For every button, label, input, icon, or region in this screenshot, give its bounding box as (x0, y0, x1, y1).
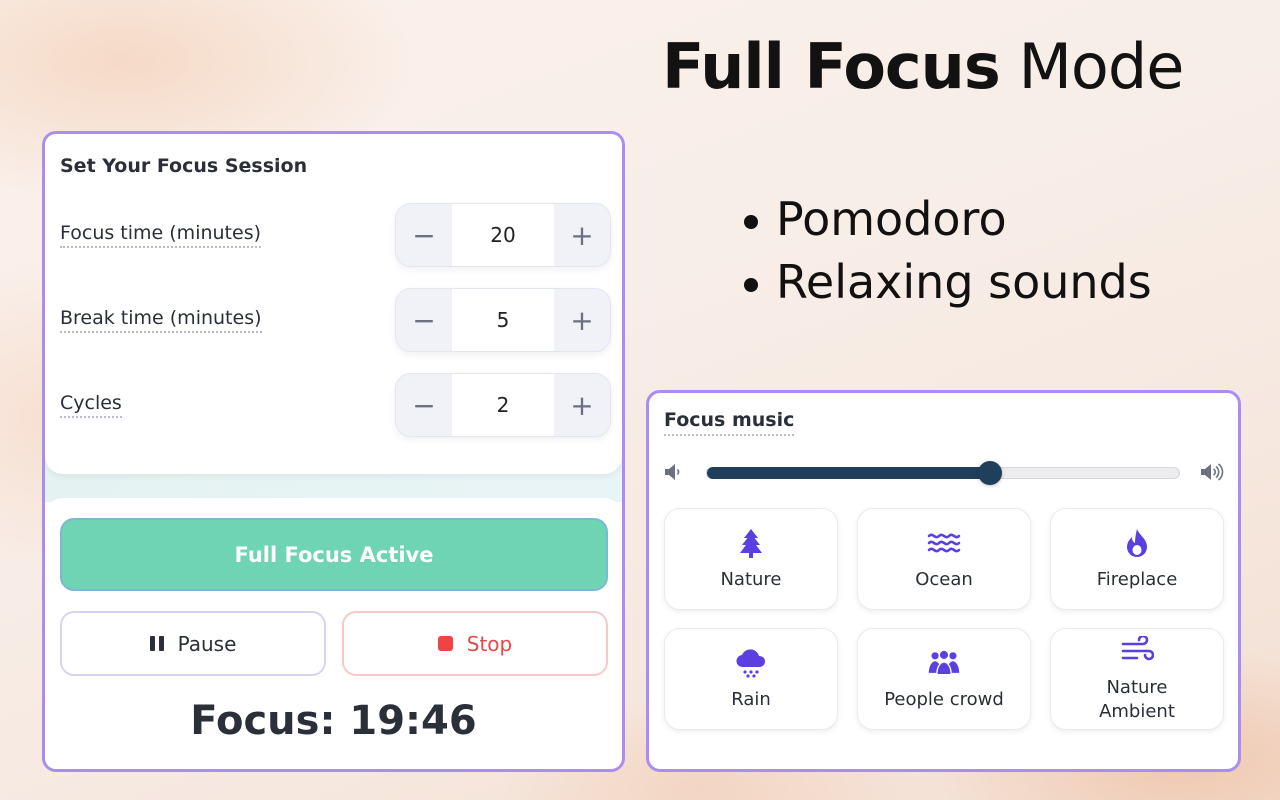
pause-button[interactable]: Pause (60, 611, 326, 676)
volume-slider[interactable] (706, 461, 1180, 485)
break-time-value[interactable]: 5 (452, 289, 554, 351)
volume-slider-thumb[interactable] (978, 461, 1003, 485)
break-time-label: Break time (minutes) (60, 307, 262, 333)
break-time-stepper: − 5 + (395, 288, 611, 352)
sound-card-ocean[interactable]: Ocean (857, 508, 1031, 610)
volume-low-icon[interactable] (663, 461, 683, 487)
break-time-increment-button[interactable]: + (554, 289, 610, 351)
people-icon (927, 646, 961, 680)
waves-icon (927, 526, 961, 560)
cycles-decrement-button[interactable]: − (396, 374, 452, 436)
volume-high-icon[interactable] (1199, 461, 1227, 487)
break-time-decrement-button[interactable]: − (396, 289, 452, 351)
focus-time-increment-button[interactable]: + (554, 204, 610, 266)
cycles-stepper: − 2 + (395, 373, 611, 437)
stop-button-label: Stop (466, 631, 513, 656)
stop-button[interactable]: Stop (342, 611, 608, 676)
fire-icon (1120, 526, 1154, 560)
break-time-row: Break time (minutes) − 5 + (60, 288, 611, 352)
full-focus-active-button[interactable]: Full Focus Active (60, 518, 608, 591)
volume-slider-fill (707, 467, 991, 479)
sound-card-label: Rain (731, 689, 771, 710)
focus-music-title: Focus music (664, 409, 795, 436)
focus-time-label: Focus time (minutes) (60, 222, 262, 248)
focus-time-decrement-button[interactable]: − (396, 204, 452, 266)
sound-card-label: Nature (720, 569, 782, 590)
hero-title-bold: Full Focus (662, 30, 1001, 103)
wind-icon (1120, 634, 1154, 668)
cycles-row: Cycles − 2 + (60, 373, 611, 437)
pause-button-label: Pause (177, 631, 237, 656)
sound-card-label: Nature Ambient (1099, 677, 1175, 722)
focus-time-row: Focus time (minutes) − 20 + (60, 203, 611, 267)
sound-card-label: Fireplace (1096, 569, 1178, 590)
focus-time-stepper: − 20 + (395, 203, 611, 267)
pause-icon (149, 636, 164, 651)
sound-card-people-crowd[interactable]: People crowd (857, 628, 1031, 730)
feature-item-label: Pomodoro (776, 192, 1007, 246)
session-settings: Set Your Focus Session Focus time (minut… (45, 134, 622, 474)
bullet-icon (744, 277, 758, 292)
sound-card-rain[interactable]: Rain (664, 628, 838, 730)
focus-timer: Focus: 19:46 (190, 698, 477, 744)
hero-title: Full Focus Mode (662, 30, 1184, 103)
hero-title-light: Mode (999, 30, 1184, 103)
tree-icon (734, 526, 768, 560)
cycles-label: Cycles (60, 392, 122, 418)
rain-cloud-icon (734, 646, 768, 680)
feature-item: Relaxing sounds (744, 251, 1152, 314)
session-title: Set Your Focus Session (60, 155, 308, 177)
focus-time-value[interactable]: 20 (452, 204, 554, 266)
focus-music-panel: Focus music Nature Ocean Fireplace Rain … (646, 390, 1241, 772)
feature-item-label: Relaxing sounds (776, 255, 1152, 309)
sound-card-label: People crowd (884, 689, 1004, 710)
cycles-value[interactable]: 2 (452, 374, 554, 436)
feature-item: Pomodoro (744, 188, 1152, 251)
stop-icon (437, 636, 453, 651)
focus-session-panel: Set Your Focus Session Focus time (minut… (42, 131, 625, 772)
bullet-icon (744, 214, 758, 229)
session-controls: Full Focus Active Pause Stop Focus: 19:4… (45, 498, 622, 769)
sound-card-nature[interactable]: Nature (664, 508, 838, 610)
feature-list: Pomodoro Relaxing sounds (744, 188, 1152, 314)
sound-card-fireplace[interactable]: Fireplace (1050, 508, 1224, 610)
cycles-increment-button[interactable]: + (554, 374, 610, 436)
sound-card-label: Ocean (915, 569, 973, 590)
sound-card-nature-ambient[interactable]: Nature Ambient (1050, 628, 1224, 730)
